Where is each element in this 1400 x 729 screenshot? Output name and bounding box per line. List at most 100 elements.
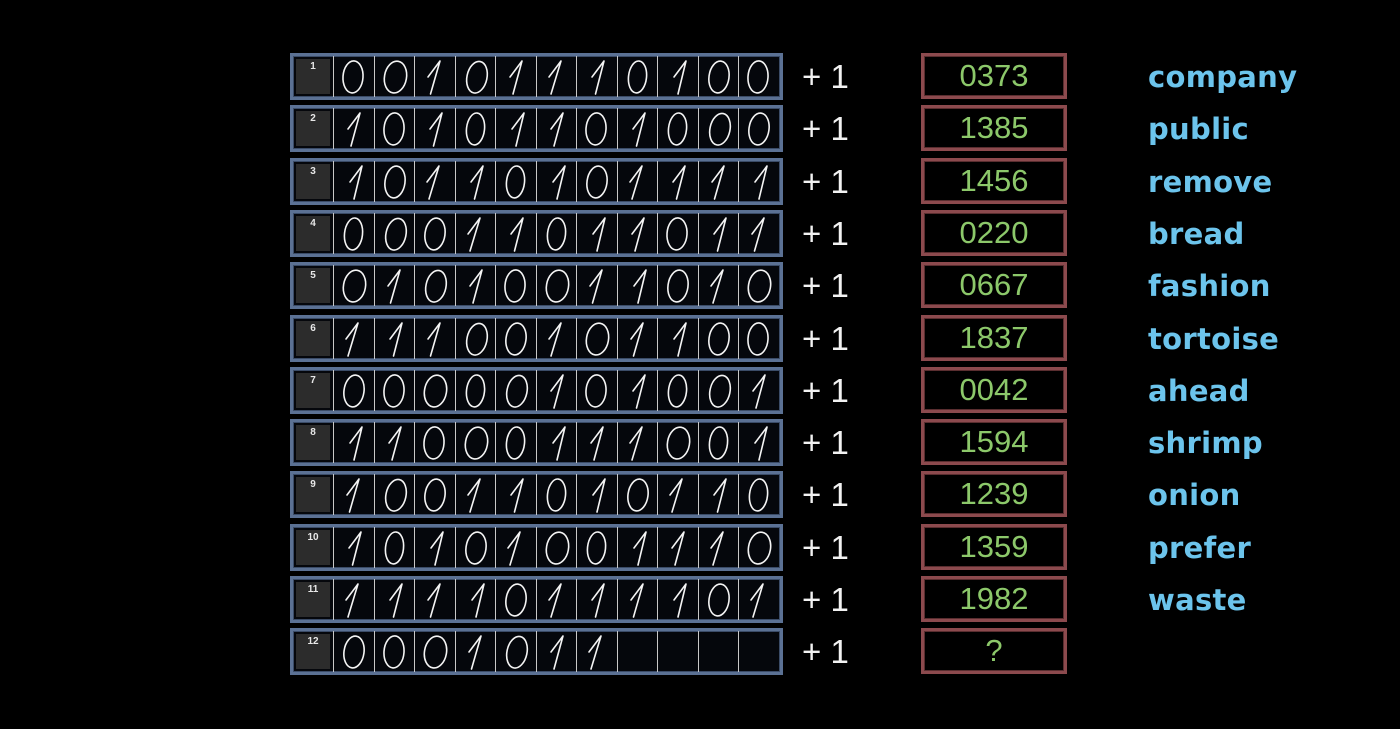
handwritten-one-glyph (535, 56, 577, 97)
plus-one-operator: + 1 (802, 476, 849, 514)
digit-zero-icon (465, 112, 485, 146)
handwritten-zero-glyph (535, 474, 577, 516)
empty-digit-cell (738, 631, 779, 673)
handwritten-zero-glyph (535, 212, 577, 254)
plus-one-operator: + 1 (802, 58, 849, 95)
handwritten-zero-glyph (373, 369, 415, 411)
handwritten-one-glyph (616, 317, 658, 359)
digit-one-icon (709, 530, 724, 566)
binary-digit-strip: 6 (290, 314, 783, 362)
digit-zero-icon (382, 112, 405, 147)
handwritten-one-glyph (697, 160, 739, 202)
handwritten-one-glyph (576, 212, 617, 254)
digit-one-icon (509, 60, 523, 95)
digit-cells (333, 265, 779, 307)
digit-cells (333, 526, 779, 568)
handwritten-zero-glyph (657, 212, 698, 254)
handwritten-one-glyph (373, 317, 415, 359)
handwritten-one-glyph (616, 526, 658, 568)
handwritten-one-glyph (576, 56, 617, 97)
handwritten-zero-glyph (373, 474, 415, 516)
digit-one-icon (549, 635, 564, 671)
handwritten-zero-glyph (697, 317, 739, 359)
plus-one-operator: + 1 (802, 633, 849, 671)
handwritten-one-glyph (454, 160, 496, 202)
digit-zero-icon (586, 530, 607, 565)
digit-one-icon (712, 217, 727, 252)
digit-one-icon (551, 426, 566, 461)
digit-zero-icon (465, 374, 485, 408)
digit-zero-icon (666, 217, 688, 251)
decimal-value-box: 1359 (921, 523, 1067, 570)
handwritten-zero-glyph (454, 317, 496, 359)
row-index-label: 10 (296, 529, 330, 565)
handwritten-one-glyph (333, 474, 374, 516)
digit-one-icon (547, 60, 562, 95)
digit-zero-icon (464, 426, 488, 460)
digit-one-icon (592, 478, 606, 514)
digit-one-icon (631, 373, 646, 409)
handwritten-zero-glyph (454, 422, 496, 464)
handwritten-zero-glyph (576, 160, 617, 202)
handwritten-one-glyph (333, 579, 374, 620)
handwritten-one-glyph (414, 579, 455, 620)
handwritten-one-glyph (373, 265, 415, 307)
handwritten-zero-glyph (495, 160, 536, 202)
digit-one-icon (547, 583, 562, 618)
handwritten-one-glyph (738, 422, 779, 464)
handwritten-one-glyph (576, 422, 617, 464)
digit-zero-icon (382, 635, 405, 670)
handwritten-zero-glyph (373, 526, 415, 568)
handwritten-one-glyph (616, 369, 658, 411)
digit-cells (333, 369, 779, 411)
digit-one-icon (589, 269, 603, 304)
handwritten-zero-glyph (454, 369, 496, 411)
row-index-label: 11 (296, 582, 330, 617)
digit-one-icon (427, 60, 441, 95)
digit-zero-icon (504, 269, 526, 303)
digit-one-icon (673, 60, 687, 95)
digit-one-icon (632, 269, 647, 304)
handwritten-one-glyph (738, 212, 779, 254)
handwritten-zero-glyph (535, 526, 577, 568)
digit-zero-icon (342, 269, 367, 303)
digit-zero-icon (505, 635, 529, 670)
handwritten-zero-glyph (333, 631, 374, 673)
binary-digit-strip: 1 (290, 53, 783, 100)
handwritten-one-glyph (373, 422, 415, 464)
digit-zero-icon (384, 217, 407, 251)
word-label: fashion (1148, 269, 1271, 304)
handwritten-zero-glyph (414, 369, 455, 411)
digit-zero-icon (384, 530, 404, 565)
digit-one-icon (629, 321, 644, 357)
puzzle-row: 2 + 1 1385 public (290, 105, 1300, 153)
digit-one-icon (710, 164, 725, 200)
digit-zero-icon (382, 373, 405, 408)
digit-zero-icon (465, 322, 488, 356)
plus-one-operator: + 1 (802, 528, 849, 566)
digit-zero-icon (343, 217, 364, 251)
handwritten-zero-glyph (495, 369, 536, 411)
digit-one-icon (754, 426, 768, 461)
handwritten-one-glyph (657, 526, 698, 568)
row-index-label: 2 (296, 111, 330, 147)
empty-digit-cell (616, 631, 658, 673)
digit-zero-icon (586, 164, 608, 199)
digit-one-icon (346, 478, 360, 514)
plus-one-operator: + 1 (802, 581, 849, 618)
handwritten-zero-glyph (697, 56, 739, 97)
word-label: tortoise (1148, 321, 1280, 356)
handwritten-zero-glyph (333, 265, 374, 307)
handwritten-zero-glyph (414, 265, 455, 307)
digit-one-icon (349, 426, 363, 461)
handwritten-zero-glyph (657, 422, 698, 464)
handwritten-one-glyph (657, 579, 698, 620)
handwritten-zero-glyph (333, 212, 374, 254)
digit-one-icon (386, 269, 401, 304)
word-label: public (1148, 112, 1250, 147)
handwritten-one-glyph (414, 56, 455, 97)
plus-one-operator: + 1 (802, 214, 849, 252)
decimal-value-box: 1239 (921, 471, 1067, 518)
digit-one-icon (347, 112, 361, 148)
digit-one-icon (470, 583, 485, 618)
